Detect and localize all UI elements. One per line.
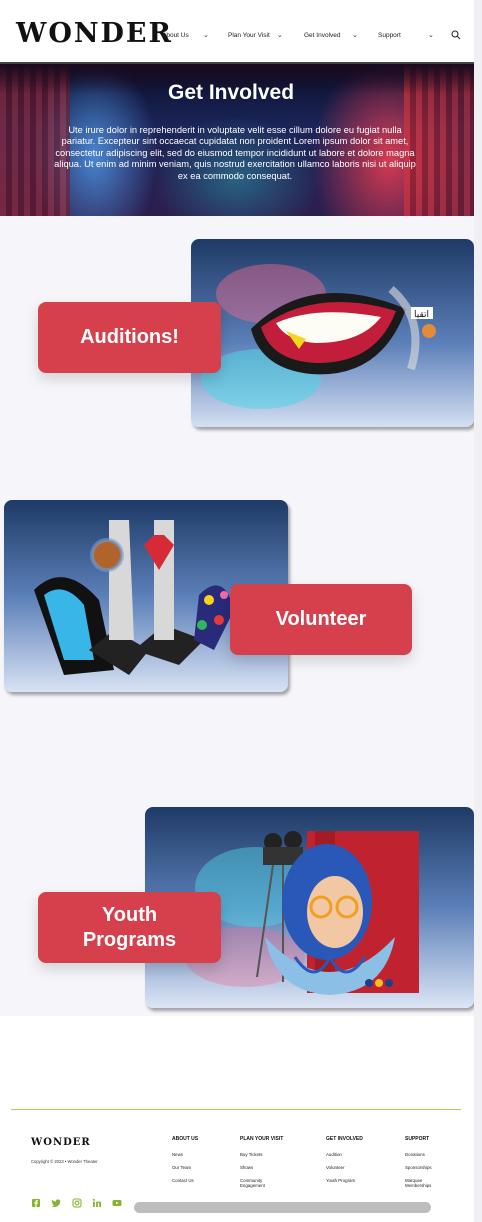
chevron-down-icon[interactable]: ⌄ — [352, 31, 358, 39]
page-title: Get Involved — [167, 81, 295, 104]
footer-link-our-team[interactable]: Our Team — [172, 1165, 191, 1170]
chevron-down-icon[interactable]: ⌄ — [277, 31, 283, 39]
youth-programs-button[interactable]: Youth Programs — [38, 892, 221, 963]
youth-programs-button-line-2: Programs — [82, 928, 177, 951]
footer-logo[interactable]: WONDER — [31, 1137, 91, 1148]
hero-banner: Get Involved Ute irure dolor in reprehen… — [0, 62, 474, 221]
footer-link-news[interactable]: News — [172, 1152, 183, 1157]
footer-heading-get-involved: GET INVOLVED — [326, 1136, 363, 1142]
facebook-icon[interactable] — [31, 1198, 41, 1208]
chevron-down-icon[interactable]: ⌄ — [428, 31, 434, 39]
nav-support[interactable]: Support — [378, 32, 401, 39]
nav-plan-your-visit[interactable]: Plan Your Visit — [228, 32, 270, 39]
site-header: WONDER About Us ⌄ Plan Your Visit ⌄ Get … — [0, 0, 474, 64]
hero-description: Ute irure dolor in reprehenderit in volu… — [54, 125, 416, 181]
youth-programs-button-line-1: Youth — [101, 903, 158, 926]
instagram-icon[interactable] — [72, 1198, 82, 1208]
footer-link-buy-tickets[interactable]: Buy Tickets — [240, 1152, 262, 1157]
footer-link-community-engagement[interactable]: Community Engagement — [240, 1178, 278, 1188]
footer-link-youth-program[interactable]: Youth Program — [326, 1178, 355, 1183]
lips-collage-illustration: اتقيا — [201, 264, 436, 409]
search-icon[interactable] — [451, 30, 461, 40]
footer-heading-plan-your-visit: PLAN YOUR VISIT — [240, 1136, 284, 1142]
auditions-image: اتقيا — [191, 239, 474, 427]
vertical-scrollbar[interactable] — [474, 0, 482, 1222]
chevron-down-icon[interactable]: ⌄ — [203, 31, 209, 39]
site-logo[interactable]: WONDER — [16, 20, 173, 47]
footer-link-sponsorships[interactable]: Sponsorships — [405, 1165, 432, 1170]
copyright-text: Copyright © 2023 • Wonder Theater — [31, 1159, 98, 1164]
footer-link-volunteer[interactable]: Volunteer — [326, 1165, 345, 1170]
volunteer-button[interactable]: Volunteer — [230, 584, 412, 655]
footer-heading-about-us: ABOUT US — [172, 1136, 199, 1142]
footer-link-audition[interactable]: Audition — [326, 1152, 342, 1157]
footer-link-shows[interactable]: Shows — [240, 1165, 253, 1170]
footer-link-contact-us[interactable]: Contact Us — [172, 1178, 194, 1183]
linkedin-icon[interactable] — [92, 1198, 102, 1208]
youtube-icon[interactable] — [112, 1198, 122, 1208]
footer-link-marquee-memberships[interactable]: Marquee Memberships — [405, 1178, 439, 1188]
footer-link-donations[interactable]: Donations — [405, 1152, 425, 1157]
nav-get-involved[interactable]: Get Involved — [304, 32, 341, 39]
sign-text: اتقيا — [414, 310, 429, 320]
auditions-button[interactable]: Auditions! — [38, 302, 221, 373]
footer-divider — [11, 1109, 461, 1110]
nav-about-us[interactable]: About Us — [162, 32, 189, 39]
footer-heading-support: SUPPORT — [405, 1136, 430, 1142]
twitter-icon[interactable] — [51, 1198, 61, 1208]
horizontal-scrollbar[interactable] — [134, 1202, 431, 1213]
